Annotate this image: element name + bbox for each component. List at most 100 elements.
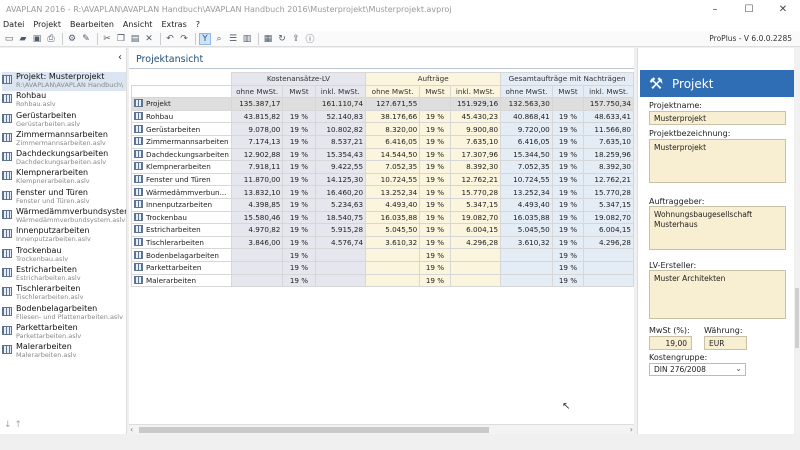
value-cell[interactable]: 8.392,30 bbox=[449, 160, 502, 174]
value-cell[interactable]: 19 % bbox=[419, 235, 451, 250]
value-cell[interactable]: 19 % bbox=[419, 185, 451, 199]
tree-item[interactable]: Innenputzarbeiten Innenputzarbeiten.aslv bbox=[2, 226, 126, 245]
col-header[interactable]: inkl. MwSt. bbox=[314, 84, 367, 99]
bezeichnung-field[interactable]: Musterprojekt bbox=[649, 139, 786, 183]
table-row[interactable]: Bodenbelagarbeiten 19 % 19 % 19 % bbox=[131, 248, 634, 262]
value-cell[interactable]: 6.416,05 bbox=[500, 134, 553, 149]
tree-item[interactable]: Estricharbeiten Estricharbeiten.aslv bbox=[2, 265, 126, 284]
save-icon[interactable]: ▣ bbox=[31, 33, 43, 45]
value-cell[interactable]: 15.354,43 bbox=[314, 147, 367, 162]
value-cell[interactable]: 13.252,34 bbox=[365, 185, 421, 199]
value-cell[interactable]: 19 % bbox=[282, 134, 316, 149]
value-cell[interactable]: 13.832,10 bbox=[230, 185, 284, 199]
value-cell[interactable]: 19 % bbox=[551, 273, 585, 288]
value-cell[interactable]: 3.610,32 bbox=[365, 235, 421, 250]
refresh-icon[interactable]: ↻ bbox=[276, 33, 288, 45]
value-cell[interactable]: 8.537,21 bbox=[314, 134, 367, 149]
value-cell[interactable]: 7.052,35 bbox=[365, 160, 421, 174]
value-cell[interactable]: 19 % bbox=[551, 210, 585, 225]
value-cell[interactable] bbox=[500, 260, 553, 275]
value-cell[interactable]: 9.720,00 bbox=[500, 122, 553, 136]
value-cell[interactable]: 19 % bbox=[282, 147, 316, 162]
value-cell[interactable]: 4.398,85 bbox=[230, 197, 284, 212]
value-cell[interactable]: 10.724,55 bbox=[365, 172, 421, 187]
value-cell[interactable]: 19 % bbox=[551, 235, 585, 250]
table-row[interactable]: Wärmedämmverbun... 13.832,10 19 % 16.460,20… bbox=[131, 185, 634, 199]
table-row[interactable]: Rohbau 43.815,82 19 % 52.140,83 38.176,66 19 … bbox=[131, 109, 634, 124]
table-row[interactable]: Trockenbau 15.580,46 19 % 18.540,75 16.035,8… bbox=[131, 210, 634, 225]
tree-item[interactable]: Trockenbau Trockenbau.aslv bbox=[2, 246, 126, 265]
value-cell[interactable]: 4.576,74 bbox=[314, 235, 367, 250]
value-cell[interactable]: 127.671,55 bbox=[365, 97, 421, 111]
value-cell[interactable] bbox=[314, 260, 367, 275]
tree-item[interactable]: Dachdeckungsarbeiten Dachdeckungsarbeiten… bbox=[2, 149, 126, 168]
tree-item[interactable]: Rohbau Rohbau.aslv bbox=[2, 91, 126, 110]
row-name-cell[interactable]: Trockenbau bbox=[131, 210, 232, 225]
value-cell[interactable]: 7.635,10 bbox=[449, 134, 502, 149]
scroll-thumb[interactable] bbox=[795, 288, 799, 348]
row-name-cell[interactable]: Gerüstarbeiten bbox=[131, 122, 232, 136]
table-row[interactable]: Innenputzarbeiten 4.398,85 19 % 5.234,63 4.4… bbox=[131, 197, 634, 212]
value-cell[interactable] bbox=[449, 260, 502, 275]
undo-icon[interactable]: ↶ bbox=[164, 33, 176, 45]
value-cell[interactable]: 19 % bbox=[419, 147, 451, 162]
value-cell[interactable]: 19 % bbox=[419, 223, 451, 237]
tree-item[interactable]: Malerarbeiten Malerarbeiten.aslv bbox=[2, 342, 126, 361]
value-cell[interactable]: 10.724,55 bbox=[500, 172, 553, 187]
value-cell[interactable]: 19 % bbox=[551, 122, 585, 136]
value-cell[interactable]: 19 % bbox=[282, 260, 316, 275]
maximize-button[interactable]: ☐ bbox=[732, 0, 766, 18]
value-cell[interactable]: 19 % bbox=[419, 134, 451, 149]
value-cell[interactable]: 5.347,15 bbox=[583, 197, 634, 212]
minimize-button[interactable]: – bbox=[698, 0, 732, 18]
value-cell[interactable]: 52.140,83 bbox=[314, 109, 367, 124]
ersteller-field[interactable]: Muster Architekten bbox=[649, 270, 786, 319]
projektname-field[interactable]: Musterprojekt bbox=[649, 111, 786, 125]
value-cell[interactable]: 48.633,41 bbox=[583, 109, 634, 124]
value-cell[interactable]: 19 % bbox=[419, 210, 451, 225]
calculator-icon[interactable]: ▦ bbox=[262, 33, 274, 45]
value-cell[interactable] bbox=[230, 273, 284, 288]
row-name-cell[interactable]: Zimmermannsarbeiten bbox=[131, 134, 232, 149]
value-cell[interactable]: 132.563,30 bbox=[500, 97, 553, 111]
value-cell[interactable]: 19 % bbox=[551, 147, 585, 162]
value-cell[interactable]: 3.846,00 bbox=[230, 235, 284, 250]
value-cell[interactable] bbox=[314, 248, 367, 262]
value-cell[interactable]: 8.392,30 bbox=[583, 160, 634, 174]
value-cell[interactable]: 8.320,00 bbox=[365, 122, 421, 136]
delete-icon[interactable]: ✕ bbox=[143, 33, 155, 45]
col-header[interactable]: MwSt bbox=[282, 84, 316, 99]
value-cell[interactable]: 3.610,32 bbox=[500, 235, 553, 250]
value-cell[interactable]: 4.493,40 bbox=[365, 197, 421, 212]
col-header[interactable]: inkl. MwSt. bbox=[583, 84, 634, 99]
value-cell[interactable] bbox=[449, 248, 502, 262]
menu-help[interactable]: ? bbox=[196, 20, 200, 29]
table-row[interactable]: Zimmermannsarbeiten 7.174,13 19 % 8.537,21 6… bbox=[131, 134, 634, 149]
new-icon[interactable]: ▭ bbox=[3, 33, 15, 45]
tree-item[interactable]: Klempnerarbeiten Klempnerarbeiten.aslv bbox=[2, 168, 126, 187]
value-cell[interactable]: 19 % bbox=[282, 185, 316, 199]
row-name-cell[interactable]: Tischlerarbeiten bbox=[131, 235, 232, 250]
value-cell[interactable]: 19 % bbox=[282, 210, 316, 225]
value-cell[interactable]: 19 % bbox=[282, 223, 316, 237]
value-cell[interactable]: 12.902,88 bbox=[230, 147, 284, 162]
paste-icon[interactable]: ▤ bbox=[129, 33, 141, 45]
value-cell[interactable]: 19 % bbox=[282, 172, 316, 187]
value-cell[interactable] bbox=[365, 273, 421, 288]
list-icon[interactable]: ☰ bbox=[227, 33, 239, 45]
tree-item[interactable]: Bodenbelagarbeiten Fliesen- und Plattenar… bbox=[2, 304, 126, 323]
value-cell[interactable] bbox=[365, 248, 421, 262]
row-name-cell[interactable]: Dachdeckungsarbeiten bbox=[131, 147, 232, 162]
value-cell[interactable]: 19 % bbox=[551, 134, 585, 149]
open-folder-icon[interactable]: ▰ bbox=[17, 33, 29, 45]
value-cell[interactable]: 40.868,41 bbox=[500, 109, 553, 124]
value-cell[interactable] bbox=[419, 97, 451, 111]
row-name-cell[interactable]: Klempnerarbeiten bbox=[131, 160, 232, 174]
gear-icon[interactable]: ⚙ bbox=[66, 33, 78, 45]
tree-item[interactable]: Tischlerarbeiten Tischlerarbeiten.aslv bbox=[2, 284, 126, 303]
value-cell[interactable]: 19 % bbox=[282, 160, 316, 174]
value-cell[interactable]: 9.078,00 bbox=[230, 122, 284, 136]
table-row[interactable]: Estricharbeiten 4.970,82 19 % 5.915,28 5.045… bbox=[131, 223, 634, 237]
value-cell[interactable]: 15.580,46 bbox=[230, 210, 284, 225]
value-cell[interactable] bbox=[314, 273, 367, 288]
